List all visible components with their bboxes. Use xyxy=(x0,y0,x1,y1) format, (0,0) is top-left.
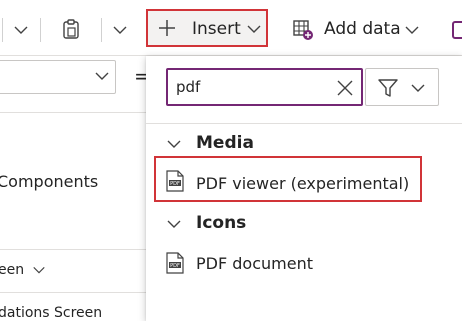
category-header-media[interactable]: Media xyxy=(196,133,254,153)
chevron-down-icon xyxy=(411,84,425,92)
chevron-down-icon[interactable] xyxy=(404,22,420,38)
insert-button[interactable]: Insert xyxy=(146,9,268,47)
chevron-down-icon[interactable] xyxy=(13,22,29,38)
svg-text:PDF: PDF xyxy=(170,263,180,269)
ribbon-separator xyxy=(40,18,41,42)
new-screen-icon[interactable] xyxy=(452,21,462,39)
list-item-label: PDF document xyxy=(196,254,313,273)
divider xyxy=(0,112,146,113)
ribbon-separator xyxy=(2,18,3,42)
ribbon-separator xyxy=(101,18,102,42)
list-item[interactable]: PDF PDF viewer (experimental) xyxy=(154,156,422,202)
close-icon[interactable] xyxy=(336,79,354,97)
chevron-down-icon[interactable] xyxy=(112,22,128,38)
pdf-icon: PDF xyxy=(166,252,184,274)
list-item[interactable]: PDF PDF document xyxy=(154,240,422,286)
pdf-icon: PDF xyxy=(166,170,184,192)
list-item-label: PDF viewer (experimental) xyxy=(196,174,410,193)
divider xyxy=(146,123,462,124)
chevron-down-icon[interactable] xyxy=(166,136,182,152)
search-box xyxy=(166,68,363,106)
svg-text:PDF: PDF xyxy=(170,181,180,187)
divider xyxy=(0,249,146,250)
add-data-icon[interactable] xyxy=(292,19,314,41)
chevron-down-icon[interactable] xyxy=(94,68,110,84)
components-tab[interactable]: Components xyxy=(0,172,98,191)
screen-tree-item[interactable]: dations Screen xyxy=(0,305,102,321)
clipboard-icon[interactable] xyxy=(60,18,82,40)
screen-tree-item[interactable]: een xyxy=(0,262,24,278)
filter-button[interactable] xyxy=(365,68,439,106)
chevron-down-icon[interactable] xyxy=(166,216,182,232)
divider xyxy=(0,292,146,293)
filter-icon xyxy=(378,79,398,97)
command-ribbon: Insert Add data xyxy=(0,0,462,56)
plus-icon xyxy=(159,20,175,36)
insert-label: Insert xyxy=(192,19,241,39)
add-data-button[interactable]: Add data xyxy=(324,19,401,39)
insert-flyout: Media PDF PDF viewer (experimental) Icon… xyxy=(146,56,462,321)
category-header-icons[interactable]: Icons xyxy=(196,213,246,233)
chevron-down-icon[interactable] xyxy=(32,263,46,277)
chevron-down-icon xyxy=(247,25,261,33)
search-input[interactable] xyxy=(176,77,326,97)
